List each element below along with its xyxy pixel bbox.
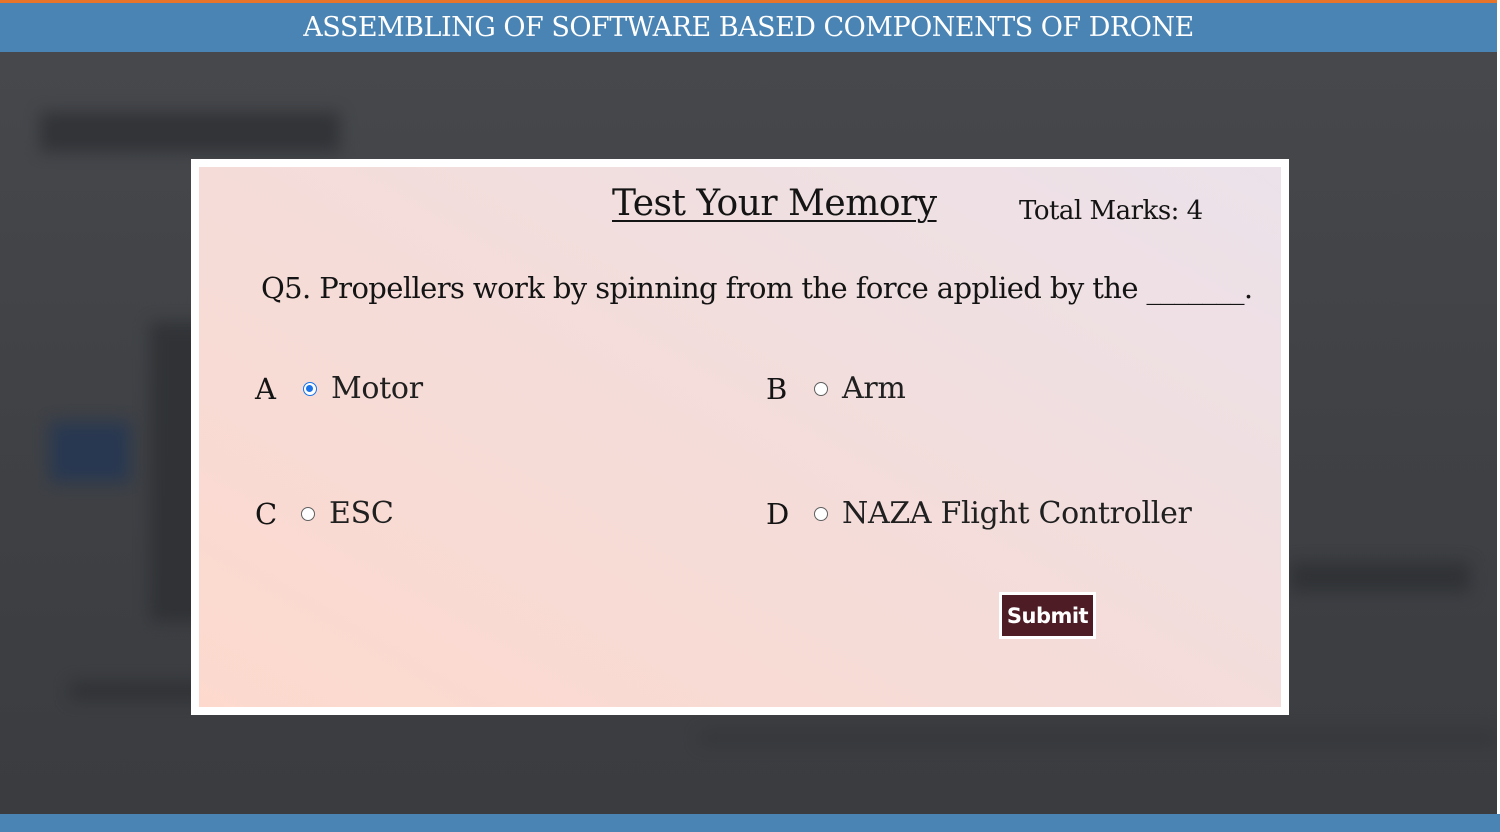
option-a[interactable]: A Motor xyxy=(255,371,423,406)
option-label: ESC xyxy=(329,496,394,531)
background-shape xyxy=(40,112,340,152)
option-label: NAZA Flight Controller xyxy=(842,496,1192,531)
option-label: Motor xyxy=(331,371,423,406)
option-letter: C xyxy=(255,496,278,531)
option-d-radio[interactable] xyxy=(814,506,828,521)
option-b-radio[interactable] xyxy=(814,381,828,396)
app-window: ASSEMBLING OF SOFTWARE BASED COMPONENTS … xyxy=(0,0,1500,832)
option-label: Arm xyxy=(842,371,906,406)
option-d[interactable]: D NAZA Flight Controller xyxy=(766,496,1192,531)
quiz-panel: Test Your Memory Total Marks: 4 Q5. Prop… xyxy=(199,167,1281,707)
background-shape xyxy=(1290,562,1470,592)
question-text: Q5. Propellers work by spinning from the… xyxy=(261,271,1253,305)
option-c-radio[interactable] xyxy=(301,506,315,521)
quiz-title: Test Your Memory xyxy=(612,183,937,224)
background-shape xyxy=(50,422,130,482)
option-a-radio[interactable] xyxy=(303,381,317,396)
total-marks: Total Marks: 4 xyxy=(1019,196,1203,226)
quiz-dialog: Test Your Memory Total Marks: 4 Q5. Prop… xyxy=(191,159,1289,715)
submit-button[interactable]: Submit xyxy=(999,592,1096,639)
background-shape xyxy=(70,682,210,700)
option-letter: A xyxy=(255,371,276,406)
page-title: ASSEMBLING OF SOFTWARE BASED COMPONENTS … xyxy=(303,12,1194,43)
footer-bar xyxy=(0,814,1500,832)
option-letter: D xyxy=(766,496,790,531)
header-bar: ASSEMBLING OF SOFTWARE BASED COMPONENTS … xyxy=(0,3,1497,52)
option-letter: B xyxy=(766,371,788,406)
background-shape xyxy=(700,732,1497,744)
option-b[interactable]: B Arm xyxy=(766,371,906,406)
option-c[interactable]: C ESC xyxy=(255,496,394,531)
